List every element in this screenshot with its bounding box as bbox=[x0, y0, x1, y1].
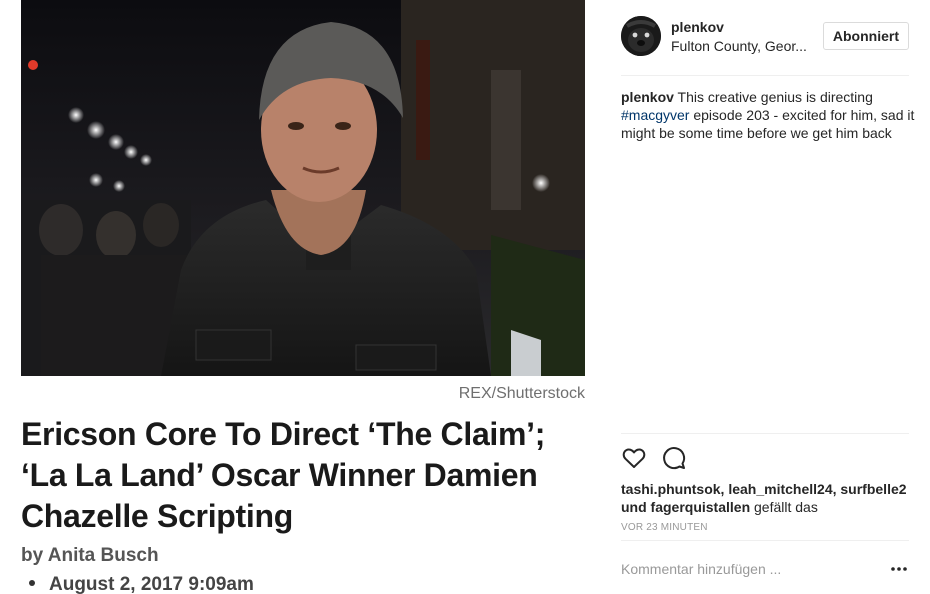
likes-summary: tashi.phuntsok, leah_mitchell24, surfbel… bbox=[621, 480, 911, 516]
follow-button[interactable]: Abonniert bbox=[822, 22, 909, 50]
photo-credit: REX/Shutterstock bbox=[458, 385, 585, 402]
post-header: plenkov Fulton County, Geor... Abonniert bbox=[621, 16, 909, 60]
article-byline: by Anita Busch bbox=[21, 545, 159, 566]
post-location[interactable]: Fulton County, Geor... bbox=[671, 38, 807, 54]
post-timestamp[interactable]: VOR 23 MINUTEN bbox=[621, 522, 708, 533]
caption-hashtag[interactable]: #macgyver bbox=[621, 107, 689, 123]
more-options-icon[interactable] bbox=[889, 561, 909, 577]
header-divider bbox=[621, 75, 909, 76]
bullet-icon bbox=[29, 579, 35, 586]
comment-divider bbox=[621, 540, 909, 541]
avatar[interactable] bbox=[621, 16, 661, 56]
post-sidebar: plenkov Fulton County, Geor... Abonniert… bbox=[608, 0, 930, 594]
article-headline: Ericson Core To Direct ‘The Claim’; ‘La … bbox=[21, 416, 546, 534]
heart-icon[interactable] bbox=[621, 445, 647, 471]
post-media: REX/Shutterstock Ericson Core To Direct … bbox=[0, 0, 600, 594]
comment-input[interactable] bbox=[621, 559, 871, 579]
comment-icon[interactable] bbox=[661, 445, 687, 471]
likes-suffix: gefällt das bbox=[754, 499, 818, 515]
actions-divider bbox=[621, 433, 909, 434]
article-date-text: August 2, 2017 9:09am bbox=[49, 574, 254, 594]
post-caption: plenkov This creative genius is directin… bbox=[621, 88, 917, 142]
comment-row bbox=[621, 559, 909, 581]
article-photo bbox=[21, 0, 585, 376]
article-date: August 2, 2017 9:09am bbox=[29, 574, 254, 594]
caption-username[interactable]: plenkov bbox=[621, 89, 674, 105]
caption-text-before: This creative genius is directing bbox=[677, 89, 873, 105]
post-username[interactable]: plenkov bbox=[671, 19, 724, 35]
